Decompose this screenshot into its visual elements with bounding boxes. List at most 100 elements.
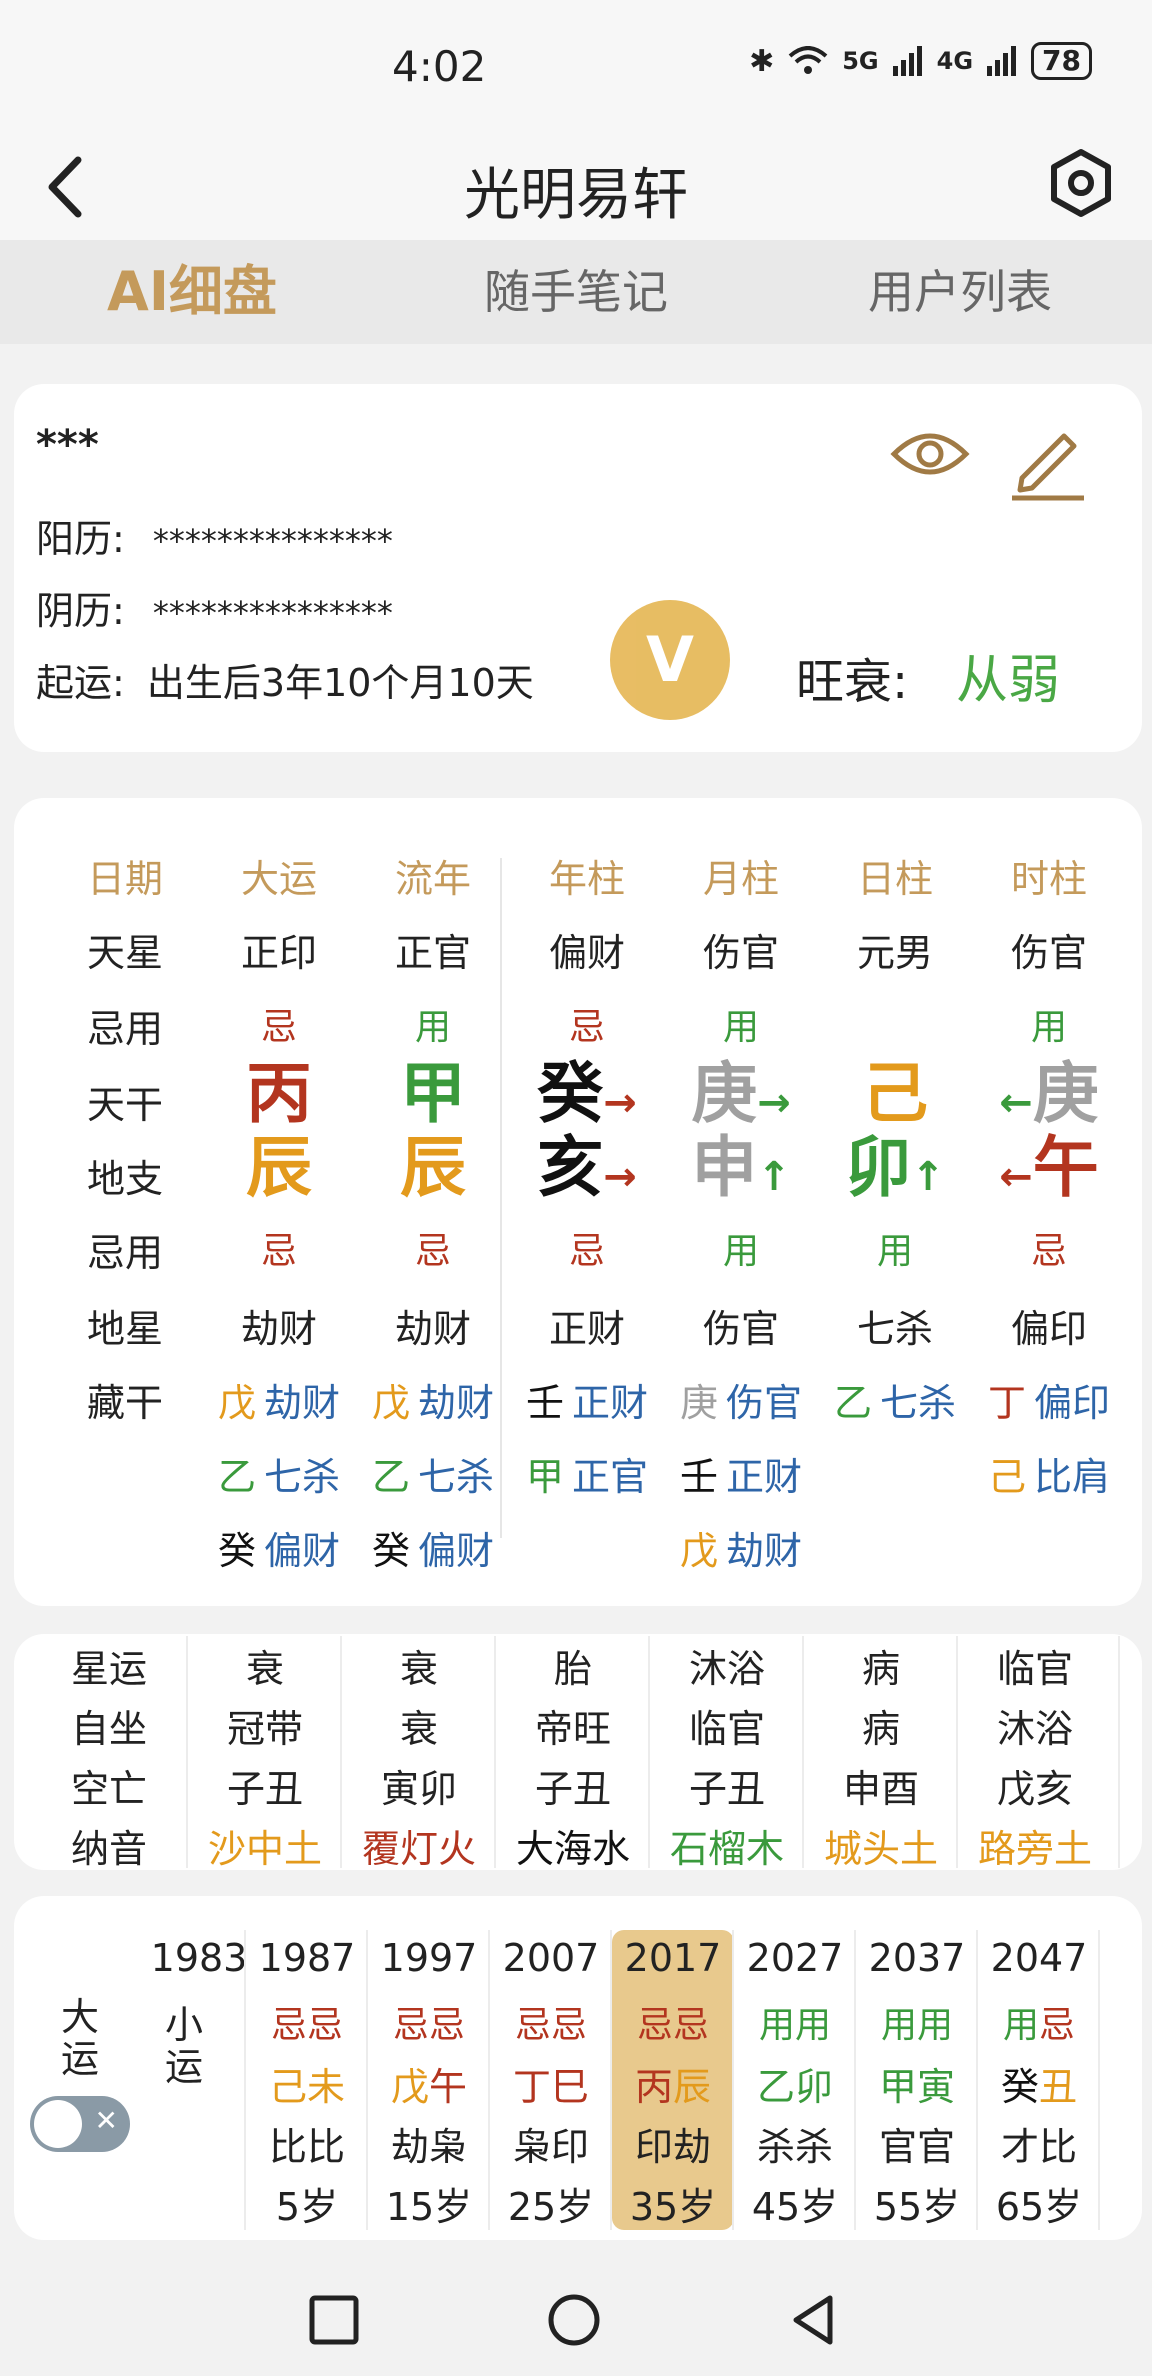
shensha-cell: 衰 <box>245 1647 284 1691</box>
chart-row-label: 藏干 <box>86 1381 163 1425</box>
canggan-shishen: 伤官 <box>726 1381 803 1425</box>
relation-arrow-icon: ↑ <box>911 1154 945 1200</box>
dayun-column[interactable]: 1987 忌忌 己未 比比 5岁 <box>246 1896 368 2240</box>
lunar-value: *************** <box>152 594 393 632</box>
shensha-cell: 沙中土 <box>207 1827 322 1871</box>
profile-name: *** <box>36 422 99 468</box>
dayun-shishen: 比比 <box>268 2125 345 2169</box>
canggan-shishen: 劫财 <box>264 1381 341 1425</box>
ganzhi-char: 甲 <box>878 2065 917 2109</box>
dayun-ganzhi: 甲寅 <box>856 2056 978 2111</box>
solar-label: 阳历: <box>36 517 125 561</box>
ganzhi-char: 戊 <box>390 2065 429 2109</box>
relation-arrow-icon: ← <box>999 1080 1033 1126</box>
jiyong-char: 用 <box>917 2005 954 2046</box>
tianxing-cell: 偏财 <box>548 931 625 975</box>
dizhi-group: 辰 <box>246 1129 312 1206</box>
canggan-cell: 戊劫财 <box>356 1372 510 1427</box>
tiangan-cell: ←庚 <box>972 1054 1126 1134</box>
shensha-cell: 子丑 <box>688 1767 765 1811</box>
canggan-shishen: 偏财 <box>418 1529 495 1573</box>
tab-notes[interactable]: 随手笔记 <box>384 240 768 344</box>
dayun-ganzhi: 丁巳 <box>490 2056 612 2111</box>
vip-badge[interactable]: V <box>610 600 730 720</box>
dayun-age: 35岁 <box>629 2185 717 2229</box>
edit-pencil-icon[interactable] <box>1008 422 1088 502</box>
status-icons: ✱ 5G 4G 78 <box>749 42 1092 80</box>
shensha-cell: 冠带 <box>226 1707 303 1751</box>
dayun-age: 5岁 <box>275 2185 339 2229</box>
dayun-column[interactable]: 2017 忌忌 丙辰 印劫 35岁 <box>612 1896 734 2240</box>
tiangan-char: 己 <box>862 1055 928 1132</box>
circle-nav-icon[interactable] <box>546 2292 602 2348</box>
signal-icon <box>987 46 1017 76</box>
jiyong-cell: 用 <box>722 1231 759 1272</box>
dayun-toggle[interactable]: ✕ <box>30 2096 130 2152</box>
shensha-cell: 寅卯 <box>380 1767 457 1811</box>
relation-arrow-icon: → <box>757 1080 791 1126</box>
tiangan-group: 庚→ <box>691 1055 791 1132</box>
tianxing-cell: 正印 <box>240 931 317 975</box>
dayun-jiyong: 用用 <box>856 1996 978 2048</box>
dayun-column[interactable]: 2037 用用甲寅官官 55岁 <box>856 1896 978 2240</box>
column-divider <box>802 1636 804 1868</box>
wangshuai-value: 从弱 <box>956 651 1061 711</box>
canggan-gan: 己 <box>987 1455 1026 1499</box>
chart-row-label: 天星 <box>86 931 163 975</box>
xiaoyun-label: 小运 <box>164 2003 203 2089</box>
tiangan-char: 丙 <box>246 1055 312 1132</box>
tiangan-group: 癸→ <box>537 1055 637 1132</box>
canggan-gan: 乙 <box>833 1381 872 1425</box>
dayun-age: 65岁 <box>995 2185 1083 2229</box>
relation-arrow-icon: ← <box>999 1154 1033 1200</box>
jiyong-char: 忌 <box>636 2005 673 2046</box>
chart-row-label: 忌用 <box>86 1007 163 1051</box>
tab-ai-detail[interactable]: AI细盘 <box>0 240 384 344</box>
canggan-shishen: 正财 <box>572 1381 649 1425</box>
dayun-age: 55岁 <box>873 2185 961 2229</box>
qiyun-value: 出生后3年10个月10天 <box>146 661 534 705</box>
dayun-age: 25岁 <box>507 2185 595 2229</box>
battery-icon: 78 <box>1031 42 1092 80</box>
eye-icon[interactable] <box>890 424 970 484</box>
canggan-gan: 壬 <box>525 1381 564 1425</box>
canggan-cell: 乙七杀 <box>356 1446 510 1501</box>
dizhi-group: 辰 <box>400 1129 466 1206</box>
dayun-column[interactable]: 2007 忌忌 丁巳 枭印 25岁 <box>490 1896 612 2240</box>
jiyong-char: 忌 <box>673 2005 710 2046</box>
dayun-column[interactable]: 2027 用用 乙卯 杀杀 45岁 <box>734 1896 856 2240</box>
shensha-cell: 覆灯火 <box>361 1827 476 1871</box>
settings-hexagon-icon[interactable] <box>1046 148 1116 218</box>
tianxing-cell: 伤官 <box>702 931 779 975</box>
dayun-shishen: 印劫 <box>634 2125 711 2169</box>
status-bar: 4:02 ✱ 5G 4G 78 <box>0 0 1152 130</box>
system-nav-bar <box>0 2256 1152 2376</box>
tiangan-group: 己 <box>862 1055 928 1132</box>
tiangan-char: 甲 <box>400 1055 466 1132</box>
network-4g-label: 4G <box>936 47 974 75</box>
signal-icon <box>892 46 922 76</box>
dayun-shishen: 官官 <box>878 2125 955 2169</box>
canggan-shishen: 比肩 <box>1034 1455 1111 1499</box>
triangle-back-nav-icon[interactable] <box>786 2292 842 2348</box>
tiangan-cell: 庚→ <box>664 1054 818 1134</box>
tab-user-list[interactable]: 用户列表 <box>768 240 1152 344</box>
dayun-year: 1997 <box>380 1936 478 1980</box>
dayun-shishen: 才比 <box>1000 2125 1077 2169</box>
dixing-cell: 劫财 <box>240 1307 317 1351</box>
dayun-year: 2037 <box>868 1936 966 1980</box>
dayun-column[interactable]: 2047 用忌 癸丑 才比 65岁 <box>978 1896 1100 2240</box>
canggan-cell: 壬正财 <box>510 1372 664 1427</box>
shensha-cell: 申酉 <box>842 1767 919 1811</box>
canggan-gan: 乙 <box>217 1455 256 1499</box>
jiyong-char: 用 <box>795 2005 832 2046</box>
dizhi-group: 亥→ <box>537 1129 637 1206</box>
jiyong-char: 忌 <box>392 2005 429 2046</box>
dayun-year: 2027 <box>746 1936 844 1980</box>
square-nav-icon[interactable] <box>306 2292 362 2348</box>
shensha-cell: 子丑 <box>226 1767 303 1811</box>
canggan-shishen: 偏财 <box>264 1529 341 1573</box>
dayun-column[interactable]: 1997 忌忌 戊午 劫枭 15岁 <box>368 1896 490 2240</box>
jiyong-cell: 忌 <box>260 1007 297 1048</box>
jiyong-char: 忌 <box>429 2005 466 2046</box>
